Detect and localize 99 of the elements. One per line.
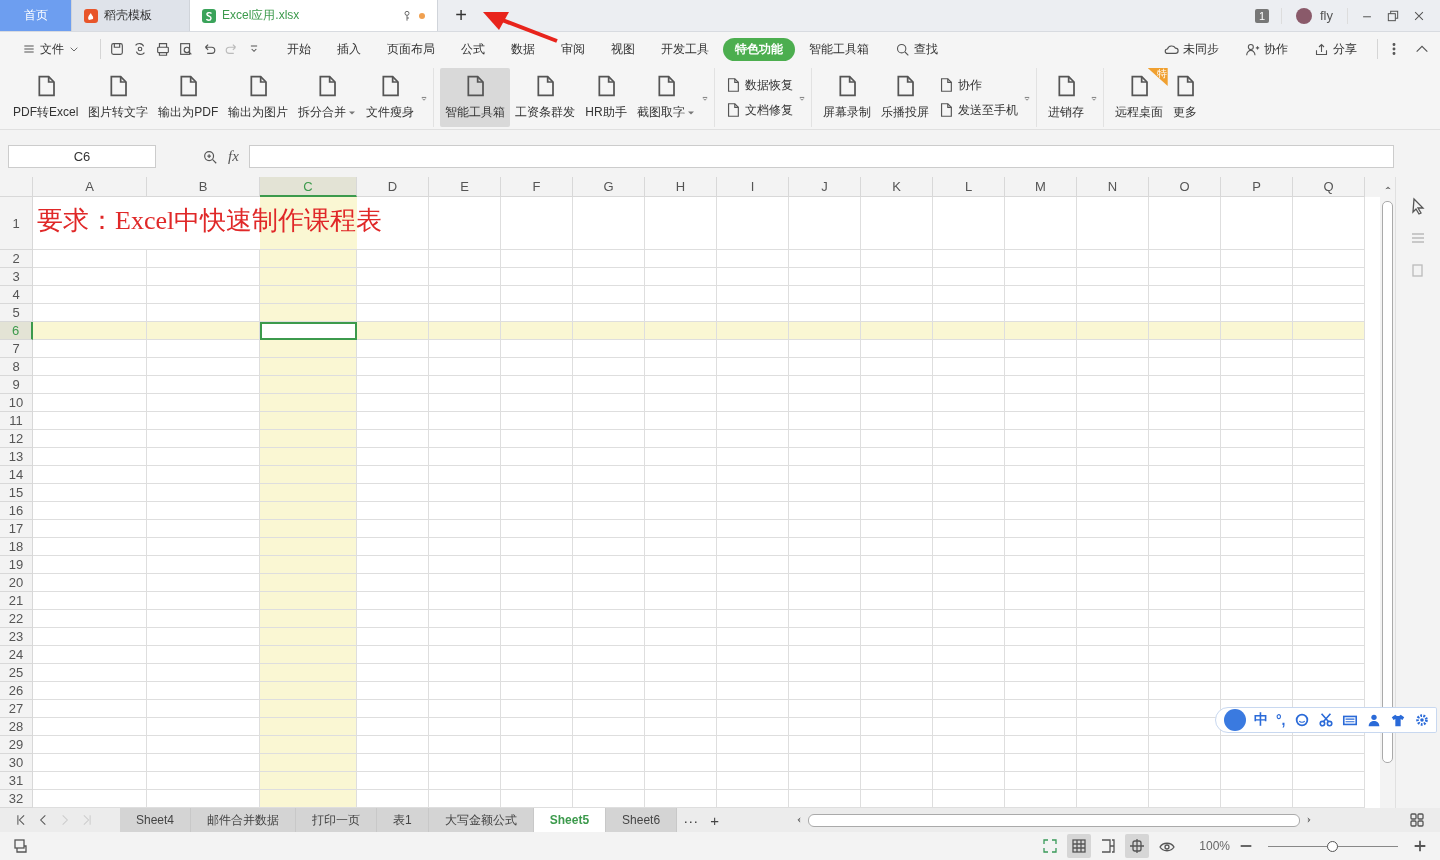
row-header[interactable]: 14 — [0, 466, 33, 484]
add-sheet-button[interactable]: + — [704, 808, 725, 832]
row-header[interactable]: 23 — [0, 628, 33, 646]
column-header[interactable]: H — [645, 177, 717, 197]
row-header[interactable]: 8 — [0, 358, 33, 376]
collaborate-button[interactable]: 协作 — [1233, 37, 1300, 61]
window-count[interactable]: 1 — [1254, 8, 1269, 23]
ribbon-button[interactable]: 智能工具箱 — [440, 68, 511, 127]
more-sheets-button[interactable]: ··· — [677, 808, 705, 832]
row-header[interactable]: 18 — [0, 538, 33, 556]
row-header[interactable]: 16 — [0, 502, 33, 520]
name-box[interactable]: C6 — [8, 145, 156, 168]
row-header[interactable]: 22 — [0, 610, 33, 628]
ribbon-tab[interactable]: 页面布局 — [375, 37, 447, 61]
punctuation-toggle[interactable]: °, — [1276, 712, 1286, 728]
sheet-tab[interactable]: Sheet4 — [120, 808, 192, 832]
ribbon-tab[interactable]: 开发工具 — [649, 37, 721, 61]
ribbon-tab[interactable]: 公式 — [449, 37, 497, 61]
row-header[interactable]: 12 — [0, 430, 33, 448]
ribbon-button[interactable]: HR助手 — [580, 68, 632, 127]
ribbon-button[interactable]: 发送至手机 — [933, 100, 1022, 120]
cell-text: 要求：Excel中快速制作课程表 — [37, 205, 383, 237]
sheet-tab[interactable]: 表1 — [377, 808, 429, 832]
ribbon-button[interactable]: 工资条群发 — [510, 68, 581, 127]
ribbon-button[interactable]: 乐播投屏 — [875, 68, 934, 127]
ribbon-button[interactable]: 文件瘦身 — [361, 68, 420, 127]
ribbon-tab[interactable]: 智能工具箱 — [797, 37, 881, 61]
sync-button[interactable]: 未同步 — [1151, 37, 1231, 61]
share-button[interactable]: 分享 — [1302, 37, 1369, 61]
user-name[interactable]: fly — [1320, 8, 1333, 23]
new-tab-button[interactable]: + — [438, 0, 484, 31]
ribbon-button[interactable]: 文档修复 — [720, 100, 797, 120]
row-header[interactable]: 26 — [0, 682, 33, 700]
row-header[interactable]: 10 — [0, 394, 33, 412]
row-header[interactable]: 24 — [0, 646, 33, 664]
ribbon-button[interactable]: 拆分合并 — [293, 68, 362, 127]
row-header[interactable]: 31 — [0, 772, 33, 790]
row-header[interactable]: 13 — [0, 448, 33, 466]
badge: 特 — [1147, 68, 1168, 86]
row-header[interactable]: 19 — [0, 556, 33, 574]
column-header[interactable]: I — [717, 177, 789, 197]
column-header[interactable]: Q — [1293, 177, 1365, 197]
row-header[interactable]: 11 — [0, 412, 33, 430]
row-header[interactable]: 32 — [0, 790, 33, 808]
row-header[interactable]: 5 — [0, 304, 33, 322]
row-header[interactable]: 9 — [0, 376, 33, 394]
sheet-tab[interactable]: Sheet5 — [533, 808, 607, 832]
function-button[interactable]: fx — [228, 148, 239, 165]
sheet-tab[interactable]: Sheet6 — [606, 808, 678, 832]
ribbon-tab[interactable]: 视图 — [599, 37, 647, 61]
zoom-level[interactable]: 100% — [1199, 839, 1230, 853]
document-tab[interactable]: 稻壳模板 — [72, 0, 190, 31]
column-header[interactable]: N — [1077, 177, 1149, 197]
grid-cell[interactable]: 要求：Excel中快速制作课程表 — [33, 197, 429, 250]
row-header[interactable]: 29 — [0, 736, 33, 754]
ribbon-button[interactable]: 更多 — [1167, 68, 1202, 127]
ribbon-tab[interactable]: 开始 — [275, 37, 323, 61]
input-mode[interactable]: 中 — [1254, 711, 1268, 729]
ribbon-button[interactable]: 图片转文字 — [83, 68, 154, 127]
row-header[interactable]: 3 — [0, 268, 33, 286]
ribbon-button[interactable]: 进销存 — [1042, 68, 1089, 127]
ribbon-button[interactable]: 数据恢复 — [720, 75, 797, 95]
ribbon-button[interactable]: 输出为图片 — [223, 68, 294, 127]
row-header[interactable]: 28 — [0, 718, 33, 736]
sheet-tab[interactable]: 打印一页 — [296, 808, 378, 832]
row-header[interactable]: 27 — [0, 700, 33, 718]
column-header[interactable]: G — [573, 177, 645, 197]
row-header[interactable]: 2 — [0, 250, 33, 268]
column-header[interactable]: O — [1149, 177, 1221, 197]
document-tab[interactable]: Excel应用.xlsx — [190, 0, 438, 31]
column-header[interactable]: K — [861, 177, 933, 197]
row-header[interactable]: 20 — [0, 574, 33, 592]
row-header[interactable]: 30 — [0, 754, 33, 772]
ribbon-tab[interactable]: 数据 — [499, 37, 547, 61]
ribbon-tab[interactable]: 审阅 — [549, 37, 597, 61]
file-menu[interactable]: 文件 — [10, 37, 92, 61]
sheet-tab[interactable]: 邮件合并数据 — [191, 808, 297, 832]
column-header[interactable]: J — [789, 177, 861, 197]
ribbon-button[interactable]: 输出为PDF — [153, 68, 224, 127]
row-header[interactable]: 17 — [0, 520, 33, 538]
column-header[interactable]: E — [429, 177, 501, 197]
search-button[interactable]: 查找 — [883, 37, 950, 61]
row-header[interactable]: 7 — [0, 340, 33, 358]
row-header[interactable]: 15 — [0, 484, 33, 502]
ribbon-button[interactable]: 协作 — [933, 75, 1022, 95]
ribbon-tab[interactable]: 插入 — [325, 37, 373, 61]
row-header[interactable]: 21 — [0, 592, 33, 610]
column-header[interactable]: P — [1221, 177, 1293, 197]
ribbon-button[interactable]: PDF转Excel — [8, 68, 84, 127]
row-header[interactable]: 1 — [0, 197, 33, 250]
column-header[interactable]: M — [1005, 177, 1077, 197]
column-header[interactable]: F — [501, 177, 573, 197]
ribbon-button[interactable]: 特 远程桌面 — [1109, 68, 1168, 127]
row-header[interactable]: 25 — [0, 664, 33, 682]
ribbon-button[interactable]: 屏幕录制 — [817, 68, 876, 127]
ribbon-button[interactable]: 截图取字 — [631, 68, 700, 127]
column-header[interactable]: L — [933, 177, 1005, 197]
sheet-tab[interactable]: 大写金额公式 — [428, 808, 534, 832]
row-header[interactable]: 4 — [0, 286, 33, 304]
